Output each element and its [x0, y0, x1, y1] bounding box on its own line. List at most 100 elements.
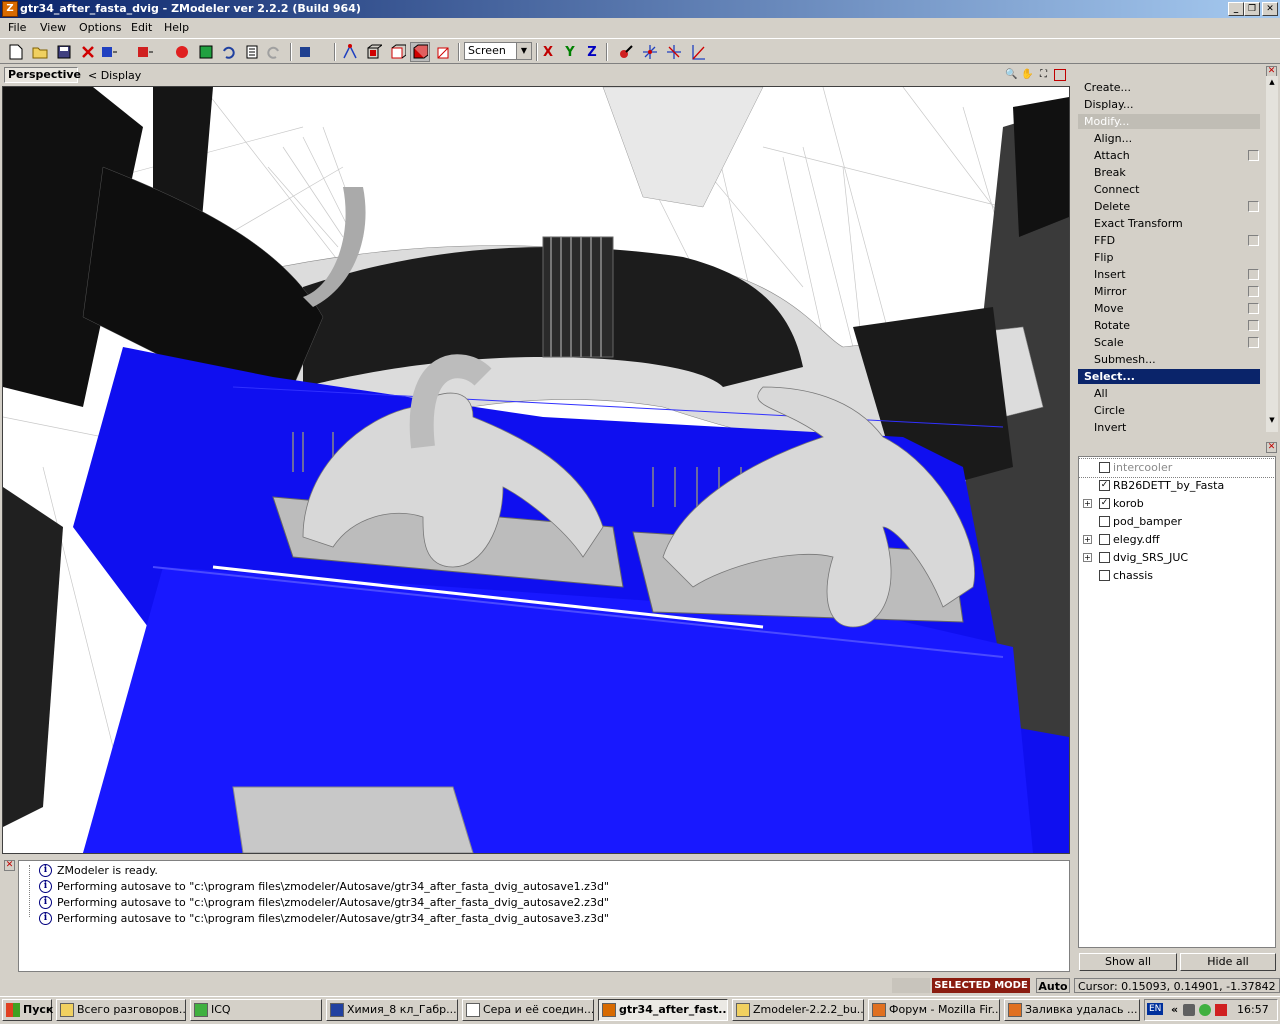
select-solid-icon[interactable] — [410, 42, 430, 62]
new-file-icon[interactable] — [6, 42, 26, 62]
taskbar-button[interactable]: Всего разговоров... — [56, 999, 186, 1021]
save-icon[interactable] — [54, 42, 74, 62]
taskbar-button[interactable]: Форум - Mozilla Fir... — [868, 999, 1000, 1021]
antivirus-tray-icon[interactable] — [1215, 1004, 1227, 1016]
visibility-checkbox[interactable] — [1099, 534, 1110, 545]
expand-icon[interactable]: + — [1083, 535, 1092, 544]
axis-y-toggle[interactable]: Y — [560, 42, 580, 62]
command-panel-scrollbar[interactable]: ▲ ▼ — [1266, 76, 1278, 432]
axis-x-toggle[interactable]: X — [538, 42, 558, 62]
command-item[interactable]: Invert — [1078, 420, 1260, 435]
menu-options[interactable]: Options — [79, 21, 121, 34]
selection-mode-indicator[interactable]: SELECTED MODE — [932, 978, 1030, 993]
move-axis-icon[interactable] — [640, 42, 660, 62]
expand-icon[interactable]: + — [1083, 553, 1092, 562]
command-item[interactable]: Submesh... — [1078, 352, 1260, 367]
menu-edit[interactable]: Edit — [131, 21, 152, 34]
select-vertex-icon[interactable] — [340, 42, 360, 62]
command-item[interactable]: Modify... — [1078, 114, 1260, 129]
expand-icon[interactable]: + — [1083, 499, 1092, 508]
command-option-checkbox[interactable] — [1248, 269, 1259, 280]
command-item[interactable]: Move — [1078, 301, 1260, 316]
command-option-checkbox[interactable] — [1248, 337, 1259, 348]
language-indicator[interactable]: EN — [1147, 1003, 1164, 1015]
taskbar-button[interactable]: Заливка удалась ... — [1004, 999, 1140, 1021]
viewport-name-tab[interactable]: Perspective — [4, 67, 81, 83]
taskbar-button[interactable]: ICQ — [190, 999, 322, 1021]
command-option-checkbox[interactable] — [1248, 286, 1259, 297]
command-item[interactable]: Create... — [1078, 80, 1260, 95]
object-tree-row[interactable]: + ✓ korob — [1079, 495, 1275, 513]
material-icon[interactable] — [296, 42, 316, 62]
viewport-display-link[interactable]: < Display — [88, 69, 141, 82]
undo-icon[interactable] — [218, 42, 238, 62]
object-tree-row[interactable]: + dvig_SRS_JUC — [1079, 549, 1275, 567]
command-option-checkbox[interactable] — [1248, 235, 1259, 246]
command-item[interactable]: Rotate — [1078, 318, 1260, 333]
chevron-down-icon[interactable]: ▼ — [516, 43, 531, 59]
delete-icon[interactable] — [78, 42, 98, 62]
command-item[interactable]: Delete — [1078, 199, 1260, 214]
pan-hand-icon[interactable]: ✋ — [1020, 67, 1035, 82]
visibility-checkbox[interactable]: ✓ — [1099, 498, 1110, 509]
start-button[interactable]: Пуск — [2, 999, 53, 1021]
command-item[interactable]: Connect — [1078, 182, 1260, 197]
axis-z-toggle[interactable]: Z — [582, 42, 602, 62]
taskbar-button[interactable]: Zmodeler-2.2.2_bu... — [732, 999, 864, 1021]
coordinate-space-select[interactable]: Screen ▼ — [464, 42, 532, 60]
icq-tray-icon[interactable] — [1199, 1004, 1211, 1016]
select-object-icon[interactable] — [388, 42, 408, 62]
restore-button[interactable]: ❐ — [1244, 2, 1260, 16]
auto-mode-indicator[interactable]: Auto — [1036, 978, 1070, 993]
command-item[interactable]: Select... — [1078, 369, 1260, 384]
maximize-viewport-icon[interactable] — [1054, 69, 1066, 81]
object-tree-row[interactable]: ✓ RB26DETT_by_Fasta — [1079, 477, 1275, 495]
rotate-axis-icon[interactable] — [664, 42, 684, 62]
visibility-checkbox[interactable]: ✓ — [1099, 480, 1110, 491]
visibility-checkbox[interactable] — [1099, 552, 1110, 563]
command-item[interactable]: All — [1078, 386, 1260, 401]
close-objects-panel-icon[interactable]: ✕ — [1266, 442, 1277, 453]
command-option-checkbox[interactable] — [1248, 303, 1259, 314]
command-item[interactable]: Attach — [1078, 148, 1260, 163]
command-item[interactable]: Flip — [1078, 250, 1260, 265]
menu-help[interactable]: Help — [164, 21, 189, 34]
select-face-icon[interactable] — [364, 42, 384, 62]
redo-icon[interactable] — [264, 42, 284, 62]
open-folder-icon[interactable] — [30, 42, 50, 62]
zoom-icon[interactable]: 🔍 — [1004, 67, 1019, 82]
3d-viewport[interactable] — [2, 86, 1070, 854]
object-tree-row[interactable]: pod_bamper — [1079, 513, 1275, 531]
menu-view[interactable]: View — [40, 21, 66, 34]
object-tree-row[interactable]: intercooler — [1078, 458, 1276, 478]
record-icon[interactable] — [172, 42, 192, 62]
command-item[interactable]: Exact Transform — [1078, 216, 1260, 231]
visibility-checkbox[interactable] — [1099, 570, 1110, 581]
object-tree-row[interactable]: chassis — [1079, 567, 1275, 585]
command-item[interactable]: Align... — [1078, 131, 1260, 146]
menu-file[interactable]: File — [8, 21, 26, 34]
command-item[interactable]: Display... — [1078, 97, 1260, 112]
visibility-checkbox[interactable] — [1099, 462, 1110, 473]
command-item[interactable]: Break — [1078, 165, 1260, 180]
notes-icon[interactable] — [242, 42, 262, 62]
zmodeler-app-icon[interactable]: Z — [2, 1, 18, 17]
taskbar-button[interactable]: gtr34_after_fast... — [598, 999, 728, 1021]
fit-view-icon[interactable]: ⛶ — [1036, 67, 1051, 82]
close-log-icon[interactable]: ✕ — [4, 860, 15, 871]
command-item[interactable]: Circle — [1078, 403, 1260, 418]
import-icon[interactable] — [100, 42, 120, 62]
command-option-checkbox[interactable] — [1248, 320, 1259, 331]
command-option-checkbox[interactable] — [1248, 150, 1259, 161]
show-all-button[interactable]: Show all — [1079, 953, 1177, 971]
object-tree-row[interactable]: + elegy.dff — [1079, 531, 1275, 549]
command-item[interactable]: Insert — [1078, 267, 1260, 282]
scale-axis-icon[interactable] — [688, 42, 708, 62]
taskbar-button[interactable]: Сера и её соедин... — [462, 999, 594, 1021]
scroll-up-icon[interactable]: ▲ — [1267, 78, 1277, 88]
taskbar-button[interactable]: Химия_8 кл_Габр... — [326, 999, 458, 1021]
command-item[interactable]: Scale — [1078, 335, 1260, 350]
hide-all-button[interactable]: Hide all — [1180, 953, 1276, 971]
command-item[interactable]: Mirror — [1078, 284, 1260, 299]
scroll-down-icon[interactable]: ▼ — [1267, 416, 1277, 426]
